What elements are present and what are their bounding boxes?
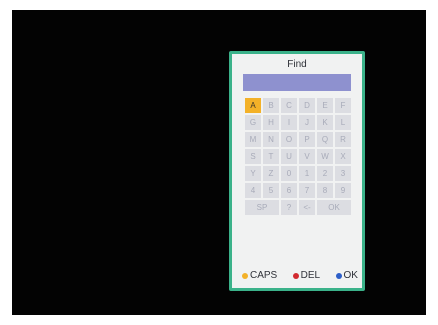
key-q[interactable]: Q [317, 132, 333, 147]
key-d[interactable]: D [299, 98, 315, 113]
key-w[interactable]: W [317, 149, 333, 164]
color-key-legend: CAPS DEL OK [242, 270, 358, 281]
key-u[interactable]: U [281, 149, 297, 164]
key-space[interactable]: SP [245, 200, 279, 215]
dialog-title: Find [287, 59, 307, 70]
legend-ok: OK [335, 270, 358, 281]
find-dialog: Find A B C D E F G H I J K L M N O P Q R [229, 51, 365, 291]
key-row: Y Z 0 1 2 3 [245, 166, 353, 181]
key-backspace[interactable]: <- [299, 200, 315, 215]
key-n[interactable]: N [263, 132, 279, 147]
key-row: SP ? <- OK [245, 200, 353, 215]
key-7[interactable]: 7 [299, 183, 315, 198]
key-row: S T U V W X [245, 149, 353, 164]
key-8[interactable]: 8 [317, 183, 333, 198]
key-z[interactable]: Z [263, 166, 279, 181]
key-a[interactable]: A [245, 98, 261, 113]
key-s[interactable]: S [245, 149, 261, 164]
key-b[interactable]: B [263, 98, 279, 113]
key-r[interactable]: R [335, 132, 351, 147]
key-row: M N O P Q R [245, 132, 353, 147]
key-c[interactable]: C [281, 98, 297, 113]
legend-del-label: DEL [300, 270, 321, 281]
key-y[interactable]: Y [245, 166, 261, 181]
key-x[interactable]: X [335, 149, 351, 164]
key-j[interactable]: J [299, 115, 315, 130]
key-k[interactable]: K [317, 115, 333, 130]
legend-caps: CAPS [242, 270, 277, 281]
key-ok[interactable]: OK [317, 200, 351, 215]
key-4[interactable]: 4 [245, 183, 261, 198]
legend-del: DEL [292, 270, 321, 281]
key-6[interactable]: 6 [281, 183, 297, 198]
key-t[interactable]: T [263, 149, 279, 164]
search-input[interactable] [243, 74, 351, 91]
key-i[interactable]: I [281, 115, 297, 130]
key-row: 4 5 6 7 8 9 [245, 183, 353, 198]
key-h[interactable]: H [263, 115, 279, 130]
red-dot-icon [292, 272, 299, 279]
key-g[interactable]: G [245, 115, 261, 130]
key-3[interactable]: 3 [335, 166, 351, 181]
legend-caps-label: CAPS [250, 270, 278, 281]
on-screen-keyboard: A B C D E F G H I J K L M N O P Q R S T … [245, 98, 353, 217]
blue-dot-icon [335, 272, 342, 279]
key-row: A B C D E F [245, 98, 353, 113]
key-row: G H I J K L [245, 115, 353, 130]
key-l[interactable]: L [335, 115, 351, 130]
key-m[interactable]: M [245, 132, 261, 147]
key-question-mark[interactable]: ? [281, 200, 297, 215]
key-5[interactable]: 5 [263, 183, 279, 198]
key-0[interactable]: 0 [281, 166, 297, 181]
key-p[interactable]: P [299, 132, 315, 147]
yellow-dot-icon [242, 272, 248, 279]
key-o[interactable]: O [281, 132, 297, 147]
key-1[interactable]: 1 [299, 166, 315, 181]
key-f[interactable]: F [335, 98, 351, 113]
key-e[interactable]: E [317, 98, 333, 113]
legend-ok-label: OK [343, 270, 358, 281]
key-2[interactable]: 2 [317, 166, 333, 181]
key-9[interactable]: 9 [335, 183, 351, 198]
key-v[interactable]: V [299, 149, 315, 164]
